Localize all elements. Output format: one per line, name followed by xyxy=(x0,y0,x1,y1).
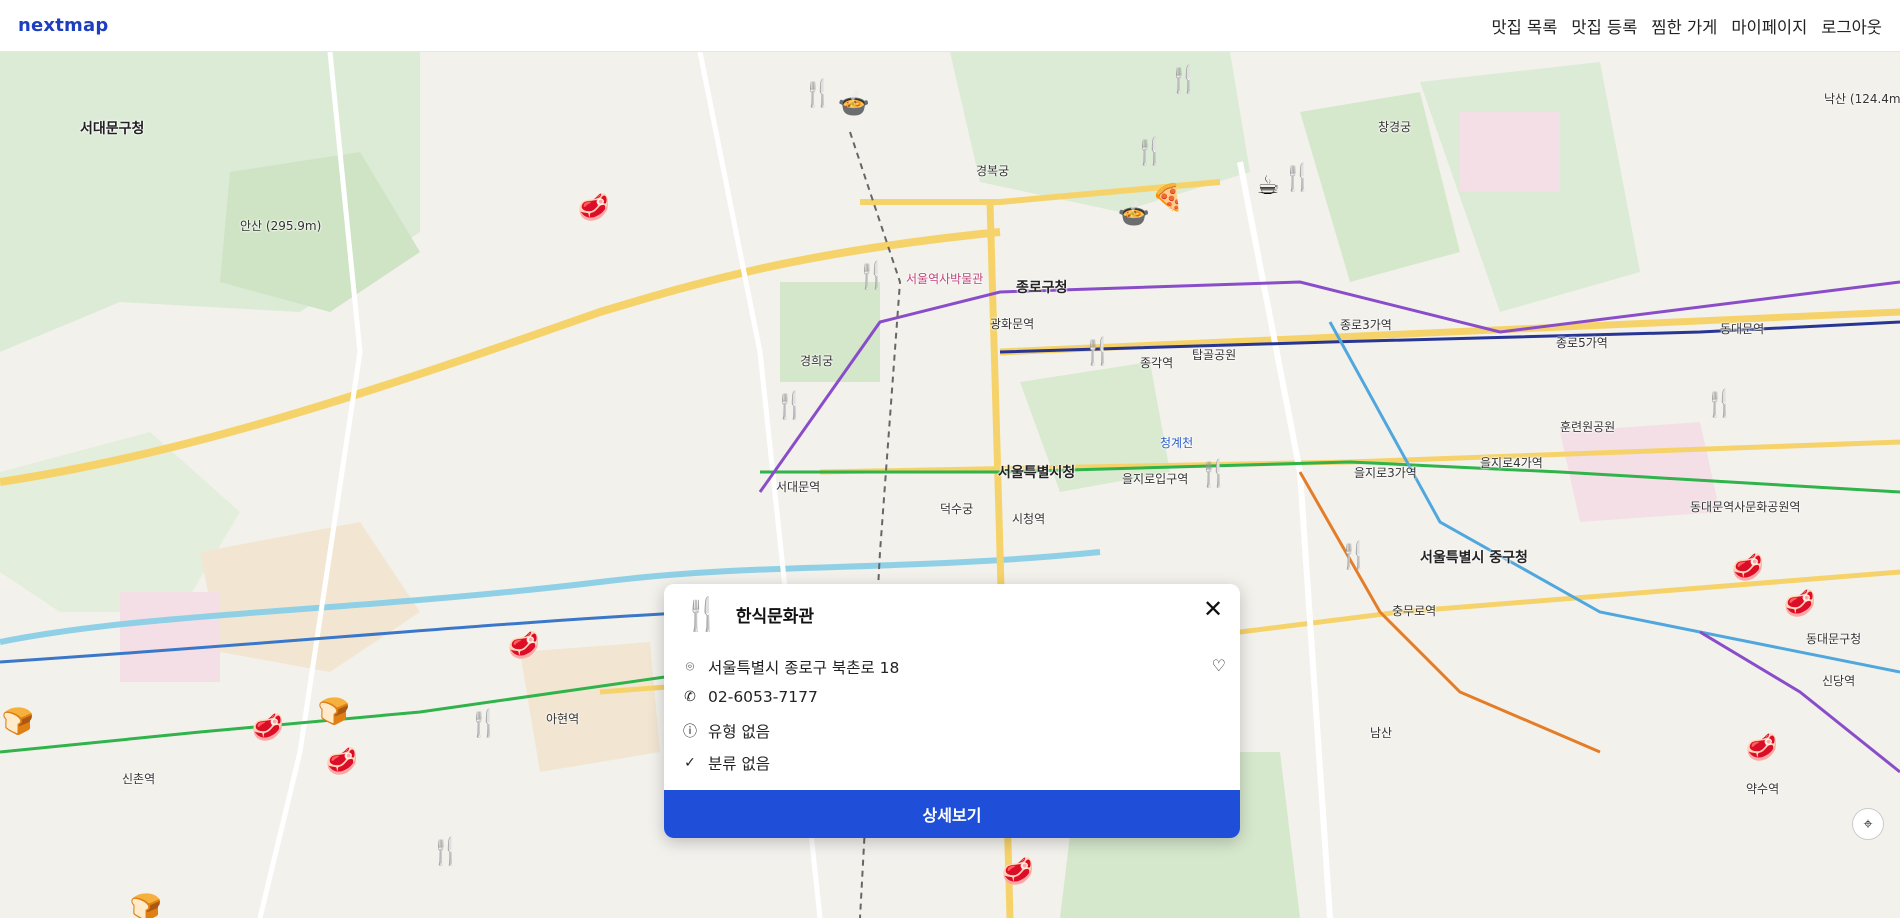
map-label-sindang-station: 신당역 xyxy=(1822,674,1856,688)
map-label-seoul-museum: 서울역사박물관 xyxy=(906,272,984,286)
restaurant-marker[interactable]: 🍞 xyxy=(0,704,36,740)
category-text: 분류 없음 xyxy=(708,755,770,773)
map-label-hullyeonwon-park: 훈련원공원 xyxy=(1560,420,1616,434)
map-label-euljiro4-station: 을지로4가역 xyxy=(1480,456,1543,470)
location-pin-icon: ⌾ xyxy=(685,659,695,675)
restaurant-marker[interactable]: 🍞 xyxy=(128,890,164,918)
address-text: 서울특별시 종로구 북촌로 18 xyxy=(708,659,900,677)
nav-mypage[interactable]: 마이페이지 xyxy=(1731,14,1807,38)
map-label-tapgol: 탑골공원 xyxy=(1192,348,1237,362)
map-label-ddp-station: 동대문역사문화공원역 xyxy=(1690,500,1801,514)
crosshair-icon[interactable]: ⌖ xyxy=(1852,808,1884,840)
map-label-seodaemun-station: 서대문역 xyxy=(776,480,821,494)
restaurant-marker[interactable]: 🥩 xyxy=(250,710,286,746)
map-label-naksan: 낙산 (124.4m) xyxy=(1824,92,1900,106)
restaurant-marker[interactable]: 🍴 xyxy=(1702,386,1738,422)
map-label-namsan: 남산 xyxy=(1370,726,1393,740)
map-label-gyeongbok: 경복궁 xyxy=(976,164,1010,178)
map-label-yaksu-station: 약수역 xyxy=(1746,782,1780,796)
address-row: ⌾ 서울특별시 종로구 북촌로 18 xyxy=(682,656,900,678)
restaurant-marker[interactable]: 🍴 xyxy=(772,388,808,424)
restaurant-marker[interactable]: 🥩 xyxy=(1782,586,1818,622)
restaurant-marker[interactable]: 🍴 xyxy=(428,834,464,870)
restaurant-info-card: 🍴 한식문화관 ✕ ⌾ 서울특별시 종로구 북촌로 18 ♡ ✆ 02-6053… xyxy=(664,584,1240,838)
map-label-jongno3-station: 종로3가역 xyxy=(1340,318,1392,332)
type-row: ⓘ 유형 없음 xyxy=(682,720,770,742)
restaurant-marker[interactable]: 🍴 xyxy=(1280,160,1316,196)
card-header: 🍴 한식문화관 xyxy=(682,598,814,630)
nav-menu: 맛집 목록 맛집 등록 찜한 가게 마이페이지 로그아웃 xyxy=(1491,14,1882,38)
type-text: 유형 없음 xyxy=(708,723,770,741)
nav-logout[interactable]: 로그아웃 xyxy=(1821,14,1882,38)
restaurant-marker[interactable]: 🍕 xyxy=(1150,180,1186,216)
restaurant-marker[interactable]: 🍴 xyxy=(854,258,890,294)
map-label-sinchon-station: 신촌역 xyxy=(122,772,156,786)
restaurant-marker[interactable]: 🥩 xyxy=(324,744,360,780)
map-label-dongdaemun-gu: 동대문구청 xyxy=(1806,632,1862,646)
phone-row: ✆ 02-6053-7177 xyxy=(682,688,818,706)
restaurant-marker[interactable]: 🍴 xyxy=(1166,62,1202,98)
map-label-jongno-gu: 종로구청 xyxy=(1016,280,1068,296)
card-title: 한식문화관 xyxy=(735,606,815,627)
restaurant-marker[interactable]: 🥩 xyxy=(1000,854,1036,890)
map-label-cityhall-station: 시청역 xyxy=(1012,512,1046,526)
map-label-ahyeon-station: 아현역 xyxy=(546,712,580,726)
map-label-jonggak-station: 종각역 xyxy=(1140,356,1174,370)
nav-restaurant-list[interactable]: 맛집 목록 xyxy=(1491,14,1557,38)
restaurant-marker[interactable]: 🍴 xyxy=(1080,334,1116,370)
restaurant-marker[interactable]: 🍴 xyxy=(1196,456,1232,492)
restaurant-marker[interactable]: 🥩 xyxy=(576,190,612,226)
map-label-euljiro3-station: 을지로3가역 xyxy=(1354,466,1417,480)
restaurant-marker[interactable]: 🥩 xyxy=(506,628,542,664)
map-label-dongdaemun-station: 동대문역 xyxy=(1720,322,1765,336)
phone-icon: ✆ xyxy=(684,689,696,705)
close-icon[interactable]: ✕ xyxy=(1200,595,1226,623)
map-label-seodaemun-gu: 서대문구청 xyxy=(80,121,145,137)
check-icon: ✓ xyxy=(684,755,696,771)
restaurant-marker[interactable]: 🥩 xyxy=(1730,550,1766,586)
map-label-cheonggye: 청계천 xyxy=(1160,436,1194,450)
restaurant-marker[interactable]: 🍴 xyxy=(800,76,836,112)
restaurant-marker[interactable]: 🍴 xyxy=(1336,538,1372,574)
map-label-euljiro-station: 을지로입구역 xyxy=(1122,472,1189,486)
map-label-seoul-cityhall: 서울특별시청 xyxy=(998,465,1076,481)
logo[interactable]: nextmap xyxy=(18,15,108,36)
restaurant-marker[interactable]: 🍲 xyxy=(836,86,872,122)
map-label-ansan: 안산 (295.9m) xyxy=(240,219,322,233)
detail-button[interactable]: 상세보기 xyxy=(664,790,1240,838)
map-label-jung-gu: 서울특별시 중구청 xyxy=(1420,550,1528,566)
restaurant-marker[interactable]: 🍲 xyxy=(1116,196,1152,232)
top-navigation: nextmap 맛집 목록 맛집 등록 찜한 가게 마이페이지 로그아웃 xyxy=(0,0,1900,52)
map-label-deoksu: 덕수궁 xyxy=(940,502,974,516)
nav-restaurant-register[interactable]: 맛집 등록 xyxy=(1571,14,1637,38)
map-label-gwanghwamun-station: 광화문역 xyxy=(990,317,1035,331)
map-label-jongno5-station: 종로5가역 xyxy=(1556,336,1608,350)
restaurant-marker[interactable]: 🍞 xyxy=(316,694,352,730)
fork-knife-icon: 🍴 xyxy=(682,595,722,633)
nav-favorites[interactable]: 찜한 가게 xyxy=(1651,14,1717,38)
restaurant-marker[interactable]: 🥩 xyxy=(1744,730,1780,766)
info-icon: ⓘ xyxy=(683,724,697,740)
map-label-gyeonghuigung: 경희궁 xyxy=(800,354,834,368)
heart-icon[interactable]: ♡ xyxy=(1212,656,1226,675)
restaurant-marker[interactable]: 🍴 xyxy=(466,706,502,742)
map-label-chungmuro-station: 충무로역 xyxy=(1392,604,1437,618)
restaurant-marker[interactable]: 🍴 xyxy=(1132,134,1168,170)
map-label-changgyeong: 창경궁 xyxy=(1378,120,1412,134)
phone-text: 02-6053-7177 xyxy=(708,688,818,706)
category-row: ✓ 분류 없음 xyxy=(682,752,770,774)
